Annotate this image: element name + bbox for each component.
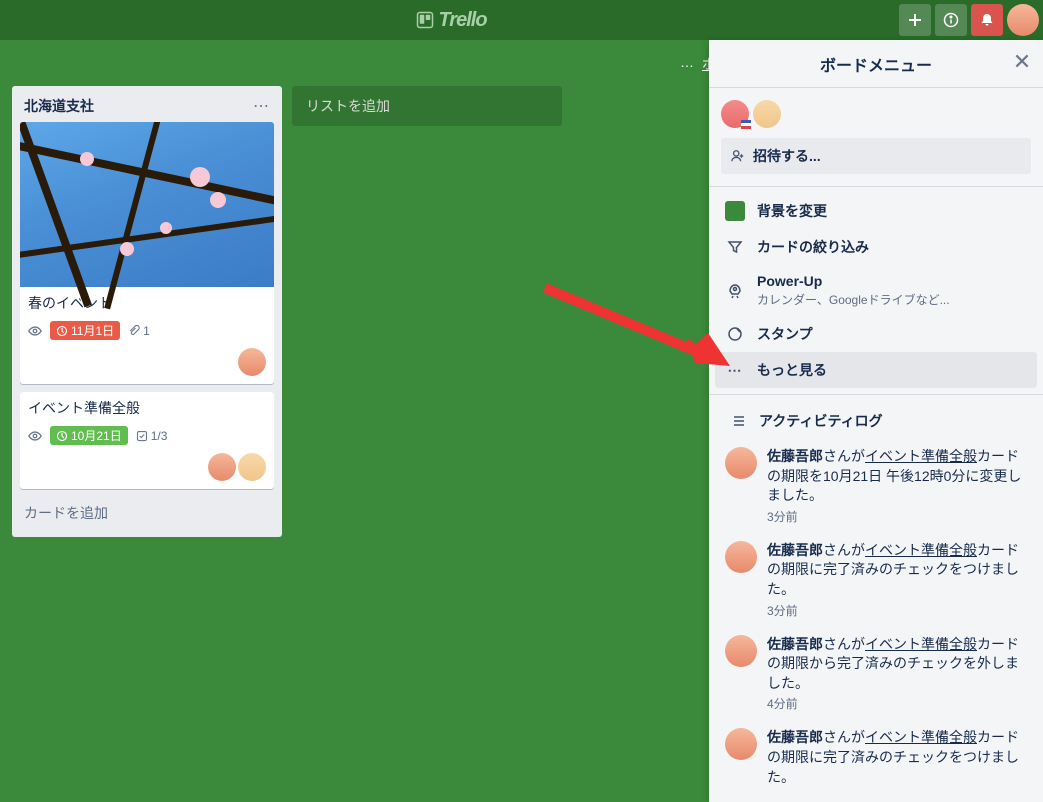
attachment-badge: 1 xyxy=(128,324,150,338)
close-menu-button[interactable] xyxy=(1013,52,1031,76)
board-member-avatar[interactable] xyxy=(753,100,781,128)
add-card-button[interactable]: カードを追加 xyxy=(20,497,274,529)
more-icon: ⋯ xyxy=(725,360,745,380)
activity-title: アクティビティログ xyxy=(759,411,883,431)
list-menu-button[interactable]: ⋯ xyxy=(253,96,270,116)
menu-members-section: 招待する... xyxy=(709,88,1043,187)
trello-logo[interactable]: Trello xyxy=(416,9,486,32)
add-member-icon xyxy=(731,149,745,163)
card-body: イベント準備全般 xyxy=(20,392,274,426)
board-members xyxy=(721,100,1031,128)
member-avatar[interactable] xyxy=(238,348,266,376)
activity-timestamp: 3分前 xyxy=(767,508,1027,525)
board-menu: ボードメニュー 招待する... 背景を変更 カードの xyxy=(709,40,1043,802)
list-header: 北海道支社 ⋯ xyxy=(20,94,274,122)
activity-card-link[interactable]: イベント準備全般 xyxy=(865,542,977,558)
powerup-item[interactable]: Power-Up カレンダー、Googleドライブなど... xyxy=(715,265,1037,316)
activity-section: アクティビティログ 佐藤吾郎さんがイベント準備全般カードの期限を10月21日 午… xyxy=(709,395,1043,802)
activity-text: 佐藤吾郎さんがイベント準備全般カードの期限を10月21日 午後12時0分に変更し… xyxy=(767,447,1027,506)
activity-item: 佐藤吾郎さんがイベント準備全般カードの期限に完了済みのチェックをつけました。 xyxy=(721,720,1031,797)
clock-icon xyxy=(56,430,68,442)
checklist-badge: 1/3 xyxy=(136,429,168,443)
menu-item-label: スタンプ xyxy=(757,324,1027,344)
activity-avatar[interactable] xyxy=(725,447,757,479)
list-title[interactable]: 北海道支社 xyxy=(24,96,94,116)
watch-icon xyxy=(28,429,42,443)
menu-item-sublabel: カレンダー、Googleドライブなど... xyxy=(757,291,1027,308)
card-title: イベント準備全般 xyxy=(28,398,266,418)
card-badges: 10月21日 1/3 xyxy=(20,426,274,453)
activity-text: 佐藤吾郎さんがイベント準備全般カードの期限に完了済みのチェックをつけました。 xyxy=(767,541,1027,600)
activity-avatar[interactable] xyxy=(725,635,757,667)
card-cover-image xyxy=(20,122,274,287)
checklist-icon xyxy=(136,430,148,442)
card[interactable]: 春のイベント 11月1日 1 xyxy=(20,122,274,384)
change-background-item[interactable]: 背景を変更 xyxy=(715,193,1037,229)
menu-header: ボードメニュー xyxy=(709,40,1043,88)
plus-icon xyxy=(907,12,923,28)
logo-text: Trello xyxy=(438,9,486,32)
menu-item-label: 背景を変更 xyxy=(757,201,1027,221)
more-item[interactable]: ⋯ もっと見る xyxy=(715,352,1037,388)
activity-item: 佐藤吾郎さんがイベント準備全般カードの期限を10月21日 午後12時0分に変更し… xyxy=(721,439,1031,533)
menu-item-label: Power-Up xyxy=(757,273,1027,289)
due-date-badge: 10月21日 xyxy=(50,426,128,445)
activity-avatar[interactable] xyxy=(725,728,757,760)
invite-label: 招待する... xyxy=(753,146,821,166)
member-avatar[interactable] xyxy=(208,453,236,481)
activity-card-link[interactable]: イベント準備全般 xyxy=(865,729,977,745)
info-icon xyxy=(943,12,959,28)
activity-card-link[interactable]: イベント準備全般 xyxy=(865,636,977,652)
add-list-button[interactable]: リストを追加 xyxy=(292,86,562,126)
member-avatar[interactable] xyxy=(238,453,266,481)
create-button[interactable] xyxy=(899,4,931,36)
filter-cards-item[interactable]: カードの絞り込み xyxy=(715,229,1037,265)
watch-icon xyxy=(28,324,42,338)
menu-item-label: もっと見る xyxy=(757,360,1027,380)
activity-card-link[interactable]: イベント準備全般 xyxy=(865,448,977,464)
activity-item: 佐藤吾郎さんがイベント準備全般カードの期限から完了済みのチェックを外しました。 … xyxy=(721,627,1031,721)
card-members xyxy=(20,348,274,384)
bell-icon xyxy=(979,12,995,28)
header-left: Trello xyxy=(4,9,899,32)
list-icon xyxy=(731,413,747,429)
notifications-button[interactable] xyxy=(971,4,1003,36)
ellipsis: … xyxy=(680,54,694,70)
sticker-icon xyxy=(725,324,745,344)
activity-text: 佐藤吾郎さんがイベント準備全般カードの期限から完了済みのチェックを外しました。 xyxy=(767,635,1027,694)
activity-avatar[interactable] xyxy=(725,541,757,573)
trello-logo-icon xyxy=(416,11,434,29)
activity-timestamp: 3分前 xyxy=(767,602,1027,619)
card-members xyxy=(20,453,274,489)
card[interactable]: イベント準備全般 10月21日 1/3 xyxy=(20,392,274,489)
activity-item: 佐藤吾郎さんがイベント準備全般カードの期限に完了済みのチェックをつけました。 3… xyxy=(721,533,1031,627)
board-canvas: 北海道支社 ⋯ 春のイベント xyxy=(12,86,562,537)
activity-text: 佐藤吾郎さんがイベント準備全般カードの期限に完了済みのチェックをつけました。 xyxy=(767,728,1027,787)
stickers-item[interactable]: スタンプ xyxy=(715,316,1037,352)
card-body: 春のイベント xyxy=(20,287,274,321)
menu-item-label: カードの絞り込み xyxy=(757,237,1027,257)
filter-icon xyxy=(725,237,745,257)
activity-header: アクティビティログ xyxy=(721,403,1031,439)
invite-button[interactable]: 招待する... xyxy=(721,138,1031,174)
menu-options-section: 背景を変更 カードの絞り込み Power-Up カレンダー、Googleドライブ… xyxy=(709,187,1043,395)
info-button[interactable] xyxy=(935,4,967,36)
annotation-arrow xyxy=(540,278,730,368)
header-right xyxy=(899,4,1039,36)
card-title: 春のイベント xyxy=(28,293,266,313)
due-date-badge: 11月1日 xyxy=(50,321,120,340)
clock-icon xyxy=(56,325,68,337)
app-header: Trello xyxy=(0,0,1043,40)
list: 北海道支社 ⋯ 春のイベント xyxy=(12,86,282,537)
card-badges: 11月1日 1 xyxy=(20,321,274,348)
menu-title: ボードメニュー xyxy=(820,52,932,76)
board-member-avatar[interactable] xyxy=(721,100,749,128)
rocket-icon xyxy=(725,281,745,301)
close-icon xyxy=(1013,52,1031,70)
paperclip-icon xyxy=(128,325,140,337)
background-swatch-icon xyxy=(725,201,745,221)
activity-timestamp: 4分前 xyxy=(767,695,1027,712)
user-avatar[interactable] xyxy=(1007,4,1039,36)
